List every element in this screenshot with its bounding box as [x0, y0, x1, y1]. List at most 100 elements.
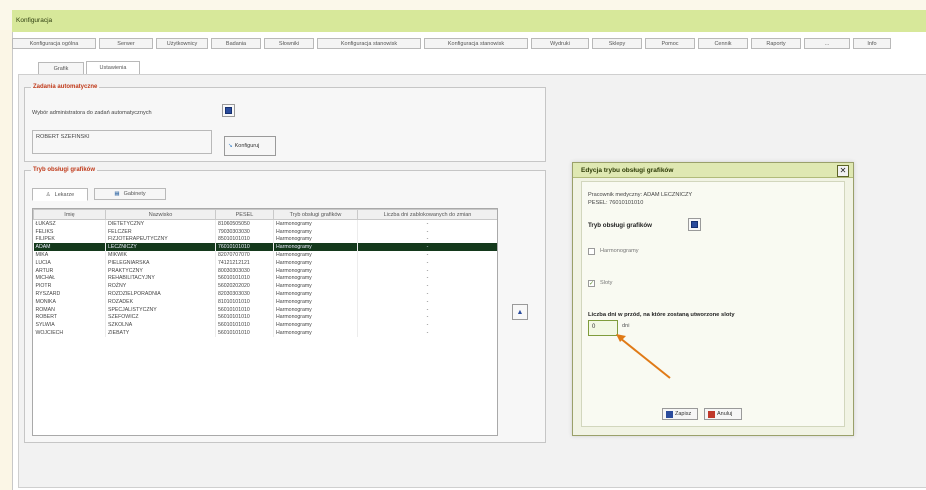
table-row[interactable]: RYSZARD ROZDZIELPORADNIA 82030303030 Harmon…	[33, 290, 497, 298]
cell-days: -	[357, 235, 497, 244]
cell-pesel: 74121212121	[215, 258, 274, 267]
cell-pesel: 56010101010	[215, 274, 274, 283]
table-row[interactable]: ARTUR PRAKTYCZNY 80030303030 Harmonogramy -	[33, 266, 497, 275]
cell-pesel: 76010101010	[215, 243, 274, 252]
cell-days: -	[357, 227, 497, 236]
cancel-icon	[708, 410, 715, 418]
cell-last: PRAKTYCZNY	[105, 266, 216, 275]
col-first-name[interactable]: Imię	[33, 209, 106, 220]
cell-first: ROMAN	[33, 305, 106, 314]
table-row[interactable]: ROBERT SZEFOWICZ 56010101010 Harmonogramy -	[33, 313, 497, 322]
mode-picker-button[interactable]	[688, 218, 701, 231]
cancel-button[interactable]: Anuluj	[704, 408, 742, 420]
tab-cennik[interactable]: Cennik	[698, 38, 748, 49]
cell-first: ARTUR	[33, 266, 106, 275]
edit-mode-button[interactable]: ▲	[512, 304, 528, 320]
cell-mode: Harmonogramy	[273, 305, 358, 314]
col-mode[interactable]: Tryb obsługi grafików	[273, 209, 358, 220]
configure-button[interactable]: ↘ Konfiguruj	[224, 136, 276, 156]
table-row[interactable]: WOJCIECH ZIEBATY 56010101010 Harmonogramy -	[33, 329, 497, 337]
cell-pesel: 56010101010	[215, 321, 274, 330]
cell-pesel: 56010101010	[215, 329, 274, 337]
cell-last: SZEFOWICZ	[105, 313, 216, 322]
list-icon	[225, 107, 232, 114]
cell-days: -	[357, 258, 497, 267]
dialog-title: Edycja trybu obsługi grafików	[581, 167, 674, 174]
tab-badania[interactable]: Badania	[211, 38, 261, 49]
cell-pesel: 85010101010	[215, 235, 274, 244]
close-icon[interactable]: ✕	[837, 165, 849, 177]
save-button[interactable]: Zapisz	[662, 408, 698, 420]
table-row[interactable]: ŁUKASZ DIETETYCZNY 81060505050 Harmonogramy…	[33, 219, 497, 228]
tab-raporty[interactable]: Raporty	[751, 38, 801, 49]
configure-label: Konfiguruj	[234, 143, 260, 149]
subtab-ustawienia[interactable]: Ustawienia	[86, 61, 140, 75]
harmonogramy-checkbox[interactable]	[588, 248, 595, 255]
cell-first: ŁUKASZ	[33, 219, 106, 228]
cell-first: MIKA	[33, 251, 106, 259]
table-row[interactable]: PIOTR ROŻNY 56020202020 Harmonogramy -	[33, 282, 497, 291]
cell-days: -	[357, 313, 497, 322]
cell-mode: Harmonogramy	[273, 227, 358, 236]
admin-value-field[interactable]: ROBERT SZEFINSKI	[32, 130, 212, 154]
cell-days: -	[357, 329, 497, 337]
table-row[interactable]: MONIKA ROZADEK 81010101010 Harmonogramy -	[33, 297, 497, 306]
cell-last: SZKOLNA	[105, 321, 216, 330]
table-row[interactable]: FILIPEK FIZJOTERAPEUTYCZNY 85010101010 Harm…	[33, 235, 497, 244]
col-pesel[interactable]: PESEL	[215, 209, 274, 220]
cell-last: FIZJOTERAPEUTYCZNY	[105, 235, 216, 244]
doctors-table: Imię Nazwisko PESEL Tryb obsługi grafikó…	[32, 208, 498, 436]
save-icon	[666, 410, 673, 418]
cell-mode: Harmonogramy	[273, 235, 358, 244]
tab-doctors[interactable]: ♙ Lekarze	[32, 188, 88, 201]
tab-rooms-label: Gabinety	[123, 191, 146, 197]
cell-mode: Harmonogramy	[273, 329, 358, 337]
cell-first: ROBERT	[33, 313, 106, 322]
tab-slowniki[interactable]: Słowniki	[264, 38, 314, 49]
cell-last: LECZNICZY	[105, 243, 216, 252]
admin-picker-button[interactable]	[222, 104, 235, 117]
col-days[interactable]: Liczba dni zablokowanych do zmian	[357, 209, 497, 220]
tab-rooms[interactable]: ▦ Gabinety	[94, 188, 166, 200]
cell-first: ADAM	[33, 243, 106, 252]
tab-uzytkownicy[interactable]: Użytkownicy	[156, 38, 208, 49]
cell-days: -	[357, 266, 497, 275]
col-last-name[interactable]: Nazwisko	[105, 209, 216, 220]
tab-pomoc[interactable]: Pomoc	[645, 38, 695, 49]
cell-mode: Harmonogramy	[273, 290, 358, 298]
cell-pesel: 56020202020	[215, 282, 274, 291]
cell-mode: Harmonogramy	[273, 274, 358, 283]
table-header: Imię Nazwisko PESEL Tryb obsługi grafikó…	[33, 209, 497, 220]
table-row[interactable]: ADAM LECZNICZY 76010101010 Harmonogramy -	[33, 243, 497, 252]
tab-konfiguracja-stanowisk[interactable]: Konfiguracja stanowisk	[317, 38, 421, 49]
table-row[interactable]: SYLWIA SZKOLNA 56010101010 Harmonogramy -	[33, 321, 497, 330]
pesel-label: PESEL: 76010101010	[588, 200, 644, 206]
cell-mode: Harmonogramy	[273, 258, 358, 267]
room-icon: ▦	[114, 191, 120, 197]
tab-sklepy[interactable]: Sklepy	[592, 38, 642, 49]
cell-first: FELIKS	[33, 227, 106, 236]
top-tabs: Konfiguracja ogólna Serwer Użytkownicy B…	[12, 38, 894, 51]
tab-serwer[interactable]: Serwer	[99, 38, 153, 49]
cell-first: RYSZARD	[33, 290, 106, 298]
cell-last: PIELEGNIARSKA	[105, 258, 216, 267]
cell-first: WOJCIECH	[33, 329, 106, 337]
tab-info[interactable]: Info	[853, 38, 891, 49]
employee-label: Pracownik medyczny: ADAM LECZNICZY	[588, 192, 693, 198]
table-row[interactable]: LUCIA PIELEGNIARSKA 74121212121 Harmonogram…	[33, 258, 497, 267]
table-row[interactable]: MIKA MIKWIK 82070707070 Harmonogramy -	[33, 251, 497, 259]
cell-days: -	[357, 243, 497, 252]
table-row[interactable]: ROMAN SPECJALISTYCZNY 56010101010 Harmonogr…	[33, 305, 497, 314]
table-row[interactable]: FELIKS FELCZER 79030303030 Harmonogramy -	[33, 227, 497, 236]
cell-first: FILIPEK	[33, 235, 106, 244]
cancel-label: Anuluj	[717, 411, 733, 417]
cell-pesel: 56010101010	[215, 305, 274, 314]
tab-konfiguracja-stanowisk-2[interactable]: Konfiguracja stanowisk	[424, 38, 528, 49]
tab-wydruki[interactable]: Wydruki	[531, 38, 589, 49]
tab-more[interactable]: ...	[804, 38, 850, 49]
annotation-arrow	[616, 334, 671, 379]
tab-konfiguracja-ogolna[interactable]: Konfiguracja ogólna	[12, 38, 96, 49]
edit-schedule-mode-dialog: Edycja trybu obsługi grafików ✕ Pracowni…	[572, 162, 854, 436]
sloty-checkbox[interactable]: ✓	[588, 280, 595, 287]
table-row[interactable]: MICHAŁ REHABILITACYJNY 56010101010 Harmonog…	[33, 274, 497, 283]
